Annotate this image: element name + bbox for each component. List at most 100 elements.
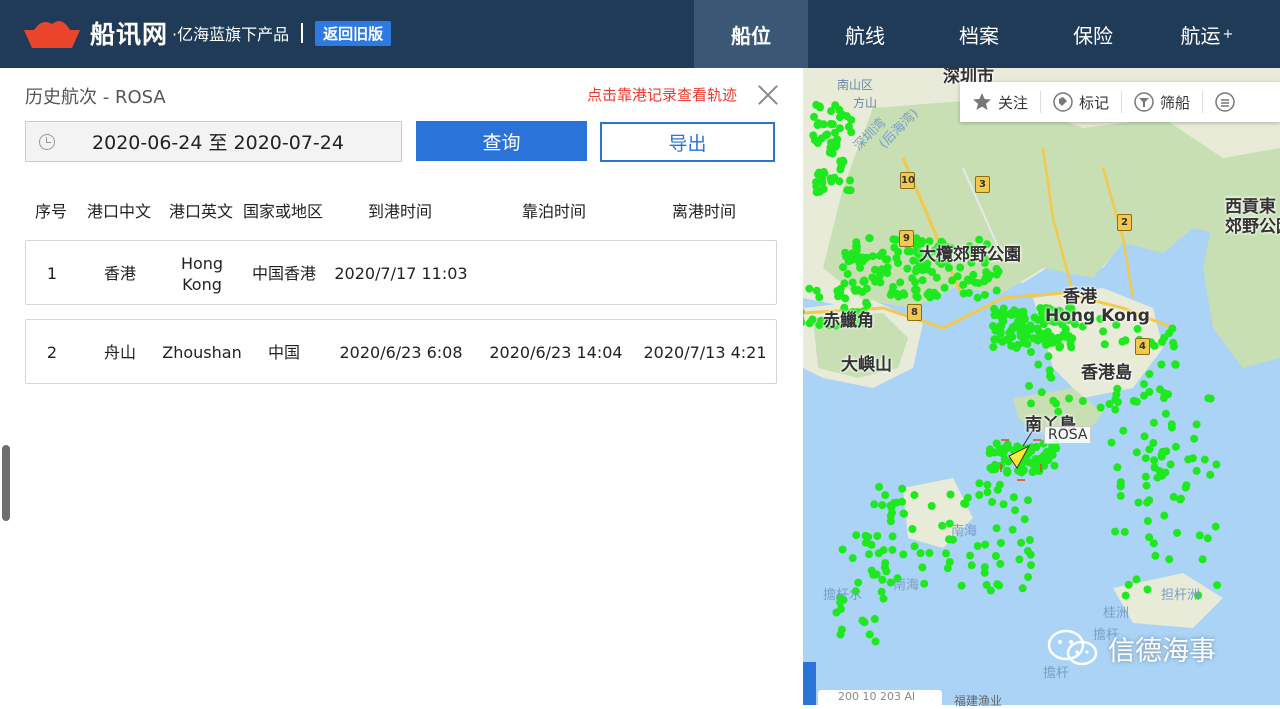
ship-dot[interactable] — [1213, 581, 1221, 589]
ship-dot[interactable] — [1133, 448, 1141, 456]
ship-dot[interactable] — [918, 563, 926, 571]
ship-dot[interactable] — [1024, 573, 1032, 581]
ship-dot[interactable] — [900, 510, 908, 518]
ship-dot[interactable] — [1046, 366, 1054, 374]
ship-dot[interactable] — [974, 294, 982, 302]
ship-dot[interactable] — [1034, 361, 1042, 369]
ship-dot[interactable] — [958, 582, 966, 590]
ship-dot[interactable] — [1097, 404, 1105, 412]
ship-dot[interactable] — [878, 501, 886, 509]
ship-dot[interactable] — [994, 486, 1002, 494]
ship-dot[interactable] — [1038, 388, 1046, 396]
ship-dot[interactable] — [947, 491, 955, 499]
ship-dot[interactable] — [849, 279, 857, 287]
ship-dot[interactable] — [839, 546, 847, 554]
ship-dot[interactable] — [1018, 320, 1026, 328]
mark-tool[interactable]: 标记 — [1041, 82, 1121, 122]
ship-dot[interactable] — [908, 525, 916, 533]
ship-dot[interactable] — [1158, 338, 1166, 346]
ship-dot[interactable] — [887, 517, 895, 525]
ship-dot[interactable] — [982, 274, 990, 282]
ship-dot[interactable] — [873, 532, 881, 540]
ship-dot[interactable] — [878, 265, 886, 273]
ship-dot[interactable] — [895, 293, 903, 301]
ship-dot[interactable] — [1150, 456, 1158, 464]
ship-dot[interactable] — [1117, 482, 1125, 490]
ship-dot[interactable] — [1143, 499, 1151, 507]
ship-dot[interactable] — [1021, 515, 1029, 523]
ship-dot[interactable] — [1044, 352, 1052, 360]
ship-dot[interactable] — [896, 278, 904, 286]
ship-dot[interactable] — [1150, 539, 1158, 547]
ship-dot[interactable] — [1150, 419, 1158, 427]
ship-dot[interactable] — [1015, 555, 1023, 563]
ship-dot[interactable] — [879, 249, 887, 257]
ship-dot[interactable] — [839, 263, 847, 271]
ship-dot[interactable] — [849, 554, 857, 562]
ship-dot[interactable] — [1156, 385, 1164, 393]
ship-dot[interactable] — [920, 580, 928, 588]
ship-dot[interactable] — [1017, 539, 1025, 547]
ship-dot[interactable] — [844, 270, 852, 278]
ship-dot[interactable] — [872, 638, 880, 646]
ship-dot[interactable] — [1000, 337, 1008, 345]
ship-dot[interactable] — [889, 283, 897, 291]
ship-dot[interactable] — [1196, 531, 1204, 539]
query-button[interactable]: 查询 — [416, 121, 587, 161]
ship-dot[interactable] — [1145, 370, 1153, 378]
ship-dot[interactable] — [1065, 395, 1073, 403]
ship-dot[interactable] — [863, 285, 871, 293]
ship-dot[interactable] — [1020, 466, 1028, 474]
ship-dot[interactable] — [805, 285, 813, 293]
ship-dot[interactable] — [1027, 561, 1035, 569]
nav-shipping[interactable]: 航运+ — [1150, 0, 1264, 68]
ship-dot[interactable] — [975, 491, 983, 499]
ship-dot[interactable] — [1002, 444, 1010, 452]
ship-dot[interactable] — [1079, 397, 1087, 405]
ship-dot[interactable] — [1111, 406, 1119, 414]
ship-dot[interactable] — [1111, 528, 1119, 536]
logo[interactable]: 船讯网 ·亿海蓝旗下产品 返回旧版 — [22, 14, 391, 52]
ship-dot[interactable] — [828, 120, 836, 128]
ship-dot[interactable] — [1206, 471, 1214, 479]
ship-dot[interactable] — [1121, 528, 1129, 536]
ship-dot[interactable] — [864, 533, 872, 541]
ship-dot[interactable] — [1140, 380, 1148, 388]
ship-dot[interactable] — [1036, 304, 1044, 312]
ship-dot[interactable] — [846, 176, 854, 184]
ship-dot[interactable] — [913, 286, 921, 294]
ship-dot[interactable] — [871, 615, 879, 623]
ship-dot[interactable] — [1101, 340, 1109, 348]
ship-dot[interactable] — [996, 560, 1004, 568]
ship-dot[interactable] — [889, 532, 897, 540]
ship-dot[interactable] — [833, 141, 841, 149]
ship-dot[interactable] — [813, 188, 821, 196]
ship-dot[interactable] — [892, 254, 900, 262]
ship-dot[interactable] — [981, 291, 989, 299]
ship-dot[interactable] — [1193, 467, 1201, 475]
ship-dot[interactable] — [868, 567, 876, 575]
ship-dot[interactable] — [988, 498, 996, 506]
ship-dot[interactable] — [1023, 340, 1031, 348]
ship-dot[interactable] — [1048, 450, 1056, 458]
ship-dot[interactable] — [993, 440, 1001, 448]
ship-dot[interactable] — [1212, 461, 1220, 469]
ship-dot[interactable] — [911, 542, 919, 550]
ship-dot[interactable] — [1113, 463, 1121, 471]
ship-dot[interactable] — [871, 278, 879, 286]
ship-dot[interactable] — [1151, 342, 1159, 350]
ship-dot[interactable] — [948, 276, 956, 284]
ship-dot[interactable] — [820, 185, 828, 193]
ship-dot[interactable] — [946, 558, 954, 566]
ship-dot[interactable] — [997, 539, 1005, 547]
close-icon[interactable] — [757, 84, 779, 106]
ship-dot[interactable] — [975, 479, 983, 487]
ship-dot[interactable] — [866, 631, 874, 639]
ship-dot[interactable] — [960, 290, 968, 298]
ship-dot[interactable] — [1157, 361, 1165, 369]
ship-dot[interactable] — [1193, 420, 1201, 428]
ship-dot[interactable] — [993, 524, 1001, 532]
ship-dot[interactable] — [890, 244, 898, 252]
ship-dot[interactable] — [987, 587, 995, 595]
ship-dot[interactable] — [834, 292, 842, 300]
